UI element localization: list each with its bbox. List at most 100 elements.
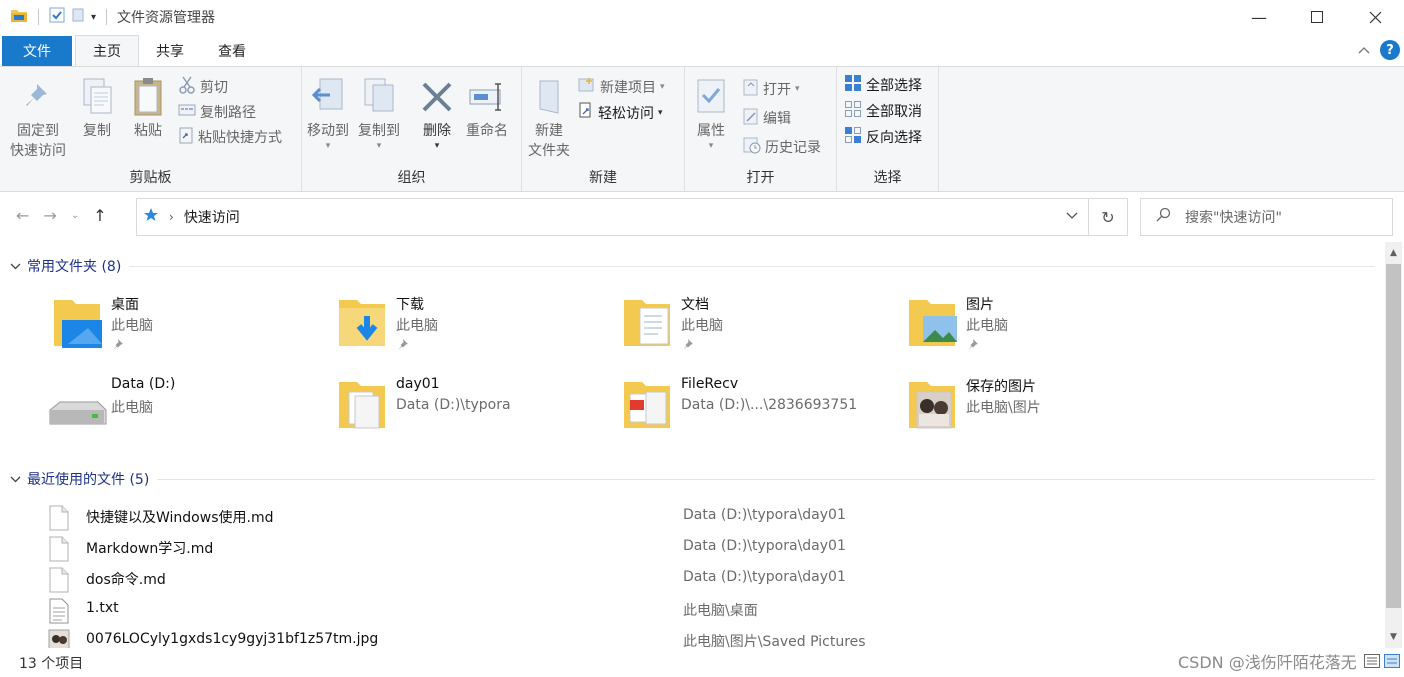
dropdown-arrow-icon: ▾ bbox=[376, 141, 382, 151]
folder-location: 此电脑 bbox=[111, 400, 153, 416]
pin-icon bbox=[23, 75, 53, 119]
folder-location: Data (D:)\...\2836693751 bbox=[681, 397, 858, 413]
address-dropdown-icon[interactable] bbox=[1066, 209, 1078, 223]
new-group-label: 新建 bbox=[589, 170, 617, 186]
file-location: Data (D:)\typora\day01 bbox=[683, 569, 846, 585]
pinned-icon bbox=[967, 338, 979, 354]
scissors-icon bbox=[178, 76, 196, 98]
properties-quick-icon[interactable] bbox=[49, 7, 65, 27]
dropdown-arrow-icon: ▾ bbox=[795, 84, 800, 94]
edit-button[interactable]: 编辑 bbox=[743, 106, 791, 130]
divider bbox=[157, 478, 1375, 480]
search-input[interactable]: 搜索"快速访问" bbox=[1185, 207, 1282, 227]
folder-name: 桌面 bbox=[111, 297, 139, 313]
tab-file[interactable]: 文件 bbox=[2, 36, 72, 66]
folder-location: Data (D:)\typora bbox=[396, 397, 511, 413]
copy-path-button[interactable]: 复制路径 bbox=[178, 100, 256, 124]
properties-button[interactable]: 属性 ▾ bbox=[695, 75, 727, 151]
vertical-scrollbar[interactable]: ▲ ▼ bbox=[1385, 242, 1402, 648]
folder-tile-downloads[interactable]: 下载 此电脑 bbox=[333, 294, 618, 366]
search-box[interactable]: 搜索"快速访问" bbox=[1140, 198, 1393, 236]
file-icon bbox=[48, 536, 70, 566]
cut-button[interactable]: 剪切 bbox=[178, 75, 228, 99]
move-to-button[interactable]: 移动到 ▾ bbox=[307, 75, 349, 151]
refresh-icon[interactable]: ↻ bbox=[1089, 198, 1128, 236]
new-folder-button[interactable]: 新建 文件夹 bbox=[528, 75, 570, 161]
details-view-icon[interactable] bbox=[1364, 654, 1380, 672]
tab-view[interactable]: 查看 bbox=[201, 36, 263, 66]
hard-drive-icon bbox=[48, 376, 108, 438]
invert-selection-button[interactable]: 反向选择 bbox=[845, 125, 922, 149]
easy-access-button[interactable]: 轻松访问 ▾ bbox=[578, 101, 663, 125]
paste-shortcut-label: 粘贴快捷方式 bbox=[198, 130, 282, 146]
folder-tile-saved-pictures[interactable]: 保存的图片 此电脑\图片 bbox=[903, 376, 1188, 448]
scroll-down-arrow-icon[interactable]: ▼ bbox=[1385, 628, 1402, 646]
folder-tile-day01[interactable]: day01 Data (D:)\typora bbox=[333, 376, 618, 448]
tiles-view-icon[interactable] bbox=[1384, 654, 1400, 672]
explorer-folder-icon bbox=[10, 7, 28, 27]
folder-tile-documents[interactable]: 文档 此电脑 bbox=[618, 294, 903, 366]
frequent-folders-header[interactable]: 常用文件夹 (8) bbox=[10, 256, 1375, 276]
select-group: 全部选择 全部取消 反向选择 选择 bbox=[837, 67, 939, 191]
maximize-icon[interactable] bbox=[1288, 0, 1346, 34]
breadcrumb-chevron-icon[interactable]: › bbox=[169, 210, 174, 224]
pin-to-quick-access-button[interactable]: 固定到 快速访问 bbox=[10, 75, 66, 161]
new-folder-quick-icon[interactable] bbox=[71, 7, 85, 27]
select-all-label: 全部选择 bbox=[866, 78, 922, 94]
back-arrow-icon[interactable]: ← bbox=[16, 206, 29, 225]
edit-label: 编辑 bbox=[763, 111, 791, 127]
list-item[interactable]: Markdown学习.md Data (D:)\typora\day01 bbox=[46, 534, 1376, 564]
collapse-ribbon-icon[interactable] bbox=[1358, 43, 1370, 57]
select-all-button[interactable]: 全部选择 bbox=[845, 73, 922, 97]
up-arrow-icon[interactable]: ↑ bbox=[93, 206, 106, 225]
tab-home[interactable]: 主页 bbox=[75, 35, 139, 66]
recent-locations-chevron-icon[interactable]: ⌄ bbox=[71, 210, 79, 221]
customize-dropdown-icon[interactable]: ▾ bbox=[91, 12, 96, 23]
recent-files-header[interactable]: 最近使用的文件 (5) bbox=[10, 469, 1375, 489]
list-item[interactable]: 快捷键以及Windows使用.md Data (D:)\typora\day01 bbox=[46, 503, 1376, 533]
minimize-icon[interactable]: — bbox=[1230, 0, 1288, 34]
collapse-chevron-icon[interactable] bbox=[10, 473, 21, 486]
folder-tile-pictures[interactable]: 图片 此电脑 bbox=[903, 294, 1188, 366]
breadcrumb-quick-access[interactable]: 快速访问 bbox=[184, 207, 240, 227]
delete-button[interactable]: 删除 ▾ bbox=[420, 75, 454, 151]
close-icon[interactable] bbox=[1346, 0, 1404, 34]
copy-button[interactable]: 复制 bbox=[80, 75, 114, 141]
copy-to-button[interactable]: 复制到 ▾ bbox=[358, 75, 400, 151]
folder-location: 此电脑 bbox=[396, 318, 438, 334]
folder-tile-desktop[interactable]: 桌面 此电脑 bbox=[48, 294, 333, 366]
scroll-up-arrow-icon[interactable]: ▲ bbox=[1385, 244, 1402, 262]
list-item[interactable]: 0076LOCyly1gxds1cy9gyj31bf1z57tm.jpg 此电脑… bbox=[46, 627, 1376, 648]
list-item[interactable]: dos命令.md Data (D:)\typora\day01 bbox=[46, 565, 1376, 595]
paste-shortcut-button[interactable]: 粘贴快捷方式 bbox=[178, 125, 282, 149]
folder-name: 保存的图片 bbox=[966, 379, 1036, 395]
open-group: 属性 ▾ 打开 ▾ 编辑 历史记录 打开 bbox=[685, 67, 837, 191]
tab-share[interactable]: 共享 bbox=[139, 36, 201, 66]
folder-name: FileRecv bbox=[681, 376, 739, 392]
dropdown-arrow-icon: ▾ bbox=[660, 82, 665, 92]
new-item-icon bbox=[578, 77, 596, 97]
paste-button[interactable]: 粘贴 bbox=[132, 75, 164, 141]
forward-arrow-icon[interactable]: → bbox=[43, 206, 56, 225]
folder-name: Data (D:) bbox=[111, 376, 176, 392]
history-button[interactable]: 历史记录 bbox=[743, 135, 821, 159]
collapse-chevron-icon[interactable] bbox=[10, 260, 21, 273]
select-none-button[interactable]: 全部取消 bbox=[845, 99, 922, 123]
new-item-button[interactable]: 新建项目 ▾ bbox=[578, 75, 665, 99]
folder-location: 此电脑 bbox=[966, 318, 1008, 334]
open-icon bbox=[743, 78, 759, 100]
help-icon[interactable]: ? bbox=[1380, 40, 1400, 60]
folder-tile-filerecv[interactable]: FileRecv Data (D:)\...\2836693751 bbox=[618, 376, 903, 448]
address-bar[interactable]: › 快速访问 bbox=[136, 198, 1089, 236]
rename-label: 重命名 bbox=[466, 123, 508, 139]
scrollbar-thumb[interactable] bbox=[1386, 264, 1401, 608]
open-button[interactable]: 打开 ▾ bbox=[743, 77, 800, 101]
folder-icon bbox=[333, 376, 393, 438]
select-all-icon bbox=[845, 74, 862, 96]
rename-button[interactable]: 重命名 bbox=[466, 75, 508, 141]
folder-tile-data-drive[interactable]: Data (D:) 此电脑 bbox=[48, 376, 333, 448]
open-label: 打开 bbox=[763, 82, 791, 98]
list-item[interactable]: 1.txt 此电脑\桌面 bbox=[46, 596, 1376, 626]
item-count: 13 个项目 bbox=[19, 656, 84, 672]
pinned-icon bbox=[682, 338, 694, 354]
